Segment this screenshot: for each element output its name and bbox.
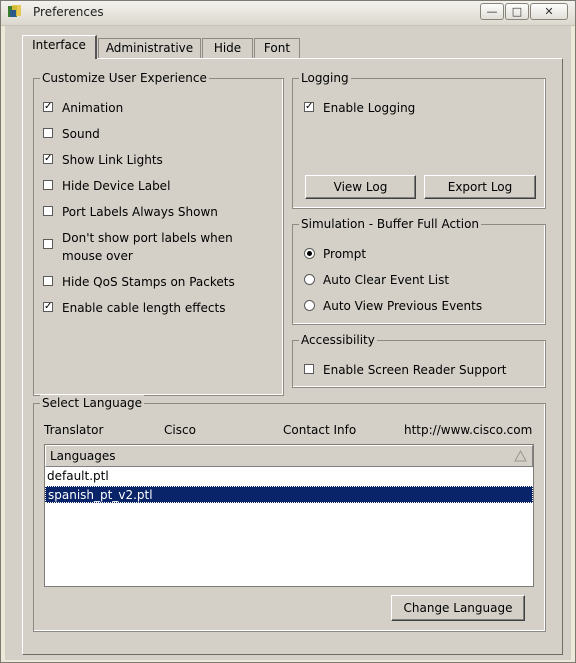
radio-unselected-icon xyxy=(304,300,315,311)
select-language-group: Select Language Translator Cisco Contact… xyxy=(33,395,546,632)
checkbox-checked-icon: ✓ xyxy=(304,101,314,112)
port-labels-always-shown-label: Port Labels Always Shown xyxy=(62,205,218,219)
checkbox-unchecked-icon xyxy=(43,128,53,138)
view-log-button[interactable]: View Log xyxy=(305,175,416,199)
translator-value: Cisco xyxy=(164,423,196,437)
checkbox-checked-icon: ✓ xyxy=(43,101,53,112)
minimize-icon: — xyxy=(486,5,498,18)
close-icon: ✕ xyxy=(544,5,554,18)
logging-legend: Logging xyxy=(299,70,351,86)
language-legend: Select Language xyxy=(40,395,145,411)
close-button[interactable]: ✕ xyxy=(530,3,568,20)
checkbox-checked-icon: ✓ xyxy=(43,153,53,164)
enable-cable-length-label: Enable cable length effects xyxy=(62,301,226,315)
translator-label: Translator xyxy=(44,423,104,437)
customize-user-experience-group: Customize User Experience ✓ Animation So… xyxy=(33,70,284,396)
sound-label: Sound xyxy=(62,127,100,141)
show-link-lights-label: Show Link Lights xyxy=(62,153,163,167)
window-title: Preferences xyxy=(33,5,104,19)
tab-administrative[interactable]: Administrative xyxy=(98,38,201,58)
simulation-buffer-group: Simulation - Buffer Full Action Prompt A… xyxy=(292,216,546,325)
title-bar[interactable]: Preferences — □ ✕ xyxy=(1,1,575,26)
accessibility-legend: Accessibility xyxy=(299,332,377,348)
checkbox-unchecked-icon xyxy=(43,276,53,286)
maximize-icon: □ xyxy=(511,5,523,18)
dialog-client-area: Interface Administrative Hide Font Custo… xyxy=(5,26,571,660)
interface-tab-panel: Customize User Experience ✓ Animation So… xyxy=(22,58,563,655)
prompt-label: Prompt xyxy=(323,247,367,261)
sort-triangle-icon xyxy=(514,450,527,462)
list-item[interactable]: default.ptl xyxy=(45,468,533,485)
dont-show-port-labels-label: Don't show port labels when xyxy=(62,231,233,245)
auto-view-label: Auto View Previous Events xyxy=(323,299,483,313)
screen-reader-label: Enable Screen Reader Support xyxy=(323,363,507,377)
minimize-button[interactable]: — xyxy=(480,3,504,20)
logging-group: Logging ✓ Enable Logging View Log Export… xyxy=(292,70,546,209)
maximize-button[interactable]: □ xyxy=(505,3,529,20)
checkbox-checked-icon: ✓ xyxy=(43,301,53,312)
checkbox-unchecked-icon xyxy=(43,239,53,249)
accessibility-group: Accessibility Enable Screen Reader Suppo… xyxy=(292,332,546,388)
hide-qos-stamps-label: Hide QoS Stamps on Packets xyxy=(62,275,235,289)
dont-show-port-labels-label-line2: mouse over xyxy=(62,249,133,263)
customize-legend: Customize User Experience xyxy=(40,70,209,86)
contact-info-value: http://www.cisco.com xyxy=(404,423,533,437)
radio-selected-icon xyxy=(304,248,315,259)
hide-device-label-label: Hide Device Label xyxy=(62,179,171,193)
languages-list[interactable]: Languages default.ptl spanish_pt_v2.ptl xyxy=(44,444,534,587)
tab-hide[interactable]: Hide xyxy=(202,38,253,58)
languages-column-header[interactable]: Languages xyxy=(45,445,533,467)
change-language-button[interactable]: Change Language xyxy=(391,595,525,621)
list-item-selected[interactable]: spanish_pt_v2.ptl xyxy=(45,486,533,503)
export-log-button[interactable]: Export Log xyxy=(424,175,536,199)
languages-header-label: Languages xyxy=(50,449,116,463)
animation-label: Animation xyxy=(62,101,124,115)
auto-clear-label: Auto Clear Event List xyxy=(323,273,450,287)
enable-logging-label: Enable Logging xyxy=(323,101,416,115)
tab-font[interactable]: Font xyxy=(254,38,300,58)
tab-interface[interactable]: Interface xyxy=(22,35,97,59)
radio-unselected-icon xyxy=(304,274,315,285)
checkbox-unchecked-icon xyxy=(304,364,314,374)
checkbox-unchecked-icon xyxy=(43,180,53,190)
simulation-legend: Simulation - Buffer Full Action xyxy=(299,216,482,232)
preferences-window: Preferences — □ ✕ Interface Administrati… xyxy=(0,0,576,663)
checkbox-unchecked-icon xyxy=(43,206,53,216)
contact-info-label: Contact Info xyxy=(283,423,357,437)
app-icon xyxy=(8,5,21,17)
